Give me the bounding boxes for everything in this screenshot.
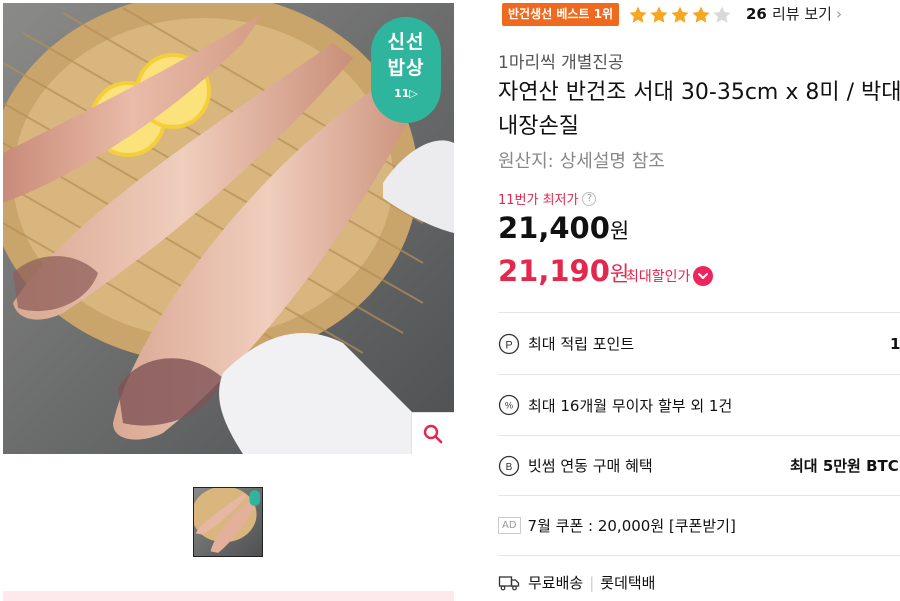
zoom-button[interactable] — [411, 412, 454, 454]
benefit-label: 빗썸 연동 구매 혜택 — [528, 457, 653, 475]
svg-text:B: B — [506, 462, 513, 473]
percent-icon: % — [498, 394, 520, 416]
badge-logo: 11▷ — [394, 87, 418, 100]
benefit-value: 1 — [890, 334, 900, 353]
svg-text:P: P — [505, 339, 512, 351]
thumbnail-photo — [194, 488, 262, 556]
review-link-label[interactable]: 리뷰 보기 — [772, 5, 832, 23]
benefit-label: 최대 적립 포인트 — [528, 335, 635, 353]
chevron-down-icon[interactable] — [693, 266, 714, 286]
lowest-price-label: 11번가 최저가 ? — [498, 189, 597, 208]
badge-line-2: 밥상 — [387, 57, 425, 79]
svg-text:%: % — [505, 401, 513, 411]
point-icon: P — [498, 333, 520, 354]
coupon-label[interactable]: 7월 쿠폰 : 20,000원 [쿠폰받기] — [528, 515, 736, 536]
chevron-right-icon: › — [835, 5, 842, 23]
max-discount-toggle[interactable]: 최대할인가 — [626, 266, 714, 286]
shipping-carrier: 롯데택배 — [600, 574, 656, 592]
benefit-row-coupon[interactable]: AD 7월 쿠폰 : 20,000원 [쿠폰받기] — [498, 495, 900, 555]
origin-value: 상세설명 참조 — [559, 151, 665, 172]
origin-info: 원산지: 상세설명 참조 — [498, 147, 665, 173]
benefit-label: 최대 16개월 무이자 할부 외 1건 — [528, 396, 733, 415]
bitcoin-icon: B — [498, 455, 520, 476]
review-count: 26 — [746, 5, 767, 23]
lowest-price-text: 11번가 최저가 — [498, 193, 579, 208]
benefit-value: 최대 5만원 BTC — [790, 457, 899, 475]
original-price: 21,400원 — [498, 211, 629, 245]
product-main-image[interactable]: 신선 밥상 11▷ — [3, 3, 454, 454]
product-subtitle: 1마리씩 개별진공 — [498, 53, 624, 73]
product-title: 자연산 반건조 서대 30-35cm x 8미 / 박대 / 내장손질 — [498, 80, 900, 139]
ad-tag: AD — [498, 517, 521, 534]
help-icon[interactable]: ? — [582, 191, 597, 206]
original-price-unit: 원 — [609, 219, 630, 243]
shipping-label: 무료배송 — [528, 574, 584, 592]
brand-badge: 신선 밥상 11▷ — [371, 17, 441, 123]
original-price-value: 21,400 — [498, 211, 610, 245]
benefit-row-installment[interactable]: % 최대 16개월 무이자 할부 외 1건 — [498, 374, 900, 435]
search-icon — [423, 424, 443, 444]
star-icon — [650, 6, 668, 23]
max-discount-label[interactable]: 최대할인가 — [626, 266, 690, 286]
star-icon — [629, 6, 647, 23]
thumbnail-1[interactable] — [193, 487, 263, 557]
sale-price: 21,190원 — [498, 254, 629, 288]
review-link[interactable]: 리뷰 보기 › — [772, 3, 842, 26]
badge-line-1: 신선 — [387, 31, 425, 53]
star-empty-icon — [713, 6, 731, 23]
best-seller-badge: 반건생선 베스트 1위 — [502, 3, 620, 26]
divider: | — [589, 573, 595, 592]
truck-icon — [498, 575, 520, 590]
rating-stars — [628, 3, 733, 26]
star-icon — [692, 6, 710, 23]
star-icon — [671, 6, 689, 23]
sale-price-value: 21,190 — [498, 254, 610, 288]
benefit-row-shipping: 무료배송 | 롯데택배 — [498, 555, 900, 601]
promo-strip — [3, 591, 454, 601]
origin-label: 원산지: — [498, 151, 554, 172]
benefit-row-points[interactable]: P 최대 적립 포인트 1 — [498, 312, 900, 374]
benefit-row-bithumb[interactable]: B 빗썸 연동 구매 혜택 최대 5만원 BTC — [498, 435, 900, 495]
